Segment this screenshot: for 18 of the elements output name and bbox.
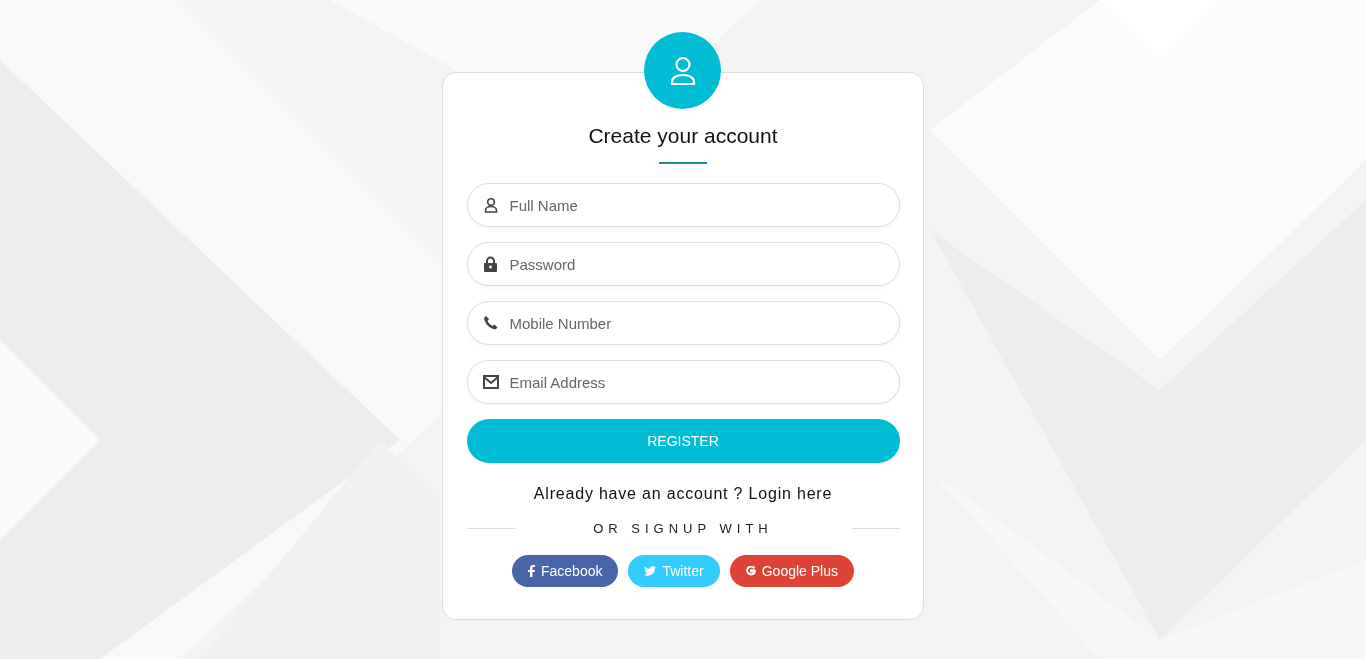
login-prompt: Already have an account ? Login here (533, 485, 833, 503)
g-letter-icon (745, 566, 756, 576)
input-field[interactable]: Password (466, 242, 900, 286)
input-field[interactable]: Email Address (466, 360, 900, 404)
input-field[interactable]: Mobile Number (466, 301, 900, 345)
lock-icon (482, 256, 498, 272)
social-button[interactable]: Facebook (512, 555, 619, 587)
input-field[interactable]: Full Name (466, 183, 900, 227)
bird-icon (644, 566, 657, 576)
social-button[interactable]: Google Plus (729, 555, 854, 587)
f-letter-icon (528, 565, 535, 577)
phone-icon (482, 315, 499, 331)
form-title: Create your account (588, 123, 778, 149)
divider-label: OR SIGNUP WITH (592, 521, 774, 536)
register-button[interactable]: REGISTER (466, 419, 900, 463)
mail-icon (482, 375, 499, 389)
person-icon (482, 197, 499, 213)
login-link[interactable]: Login here (748, 485, 833, 502)
